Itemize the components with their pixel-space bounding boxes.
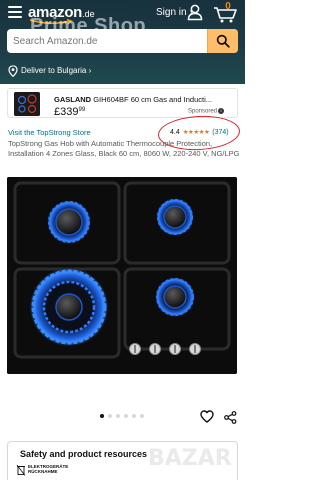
sponsored-product-title: GASLAND GIH604BF 60 cm Gas and Inducti..…: [54, 95, 234, 104]
cart-count: 0: [225, 1, 231, 12]
sponsored-product-card[interactable]: GASLAND GIH604BF 60 cm Gas and Inducti..…: [7, 88, 238, 118]
burner-bottom-left: [29, 267, 109, 347]
search-input[interactable]: [7, 29, 206, 53]
burner-top-right: [156, 198, 194, 236]
search-bar[interactable]: [7, 29, 238, 53]
sponsored-label[interactable]: Sponsored i: [188, 108, 225, 115]
info-icon[interactable]: i: [218, 108, 225, 114]
product-page: amazon.de Sign in › 0 Prime Shop Search …: [0, 0, 245, 480]
user-icon[interactable]: [186, 3, 204, 21]
sponsored-label-text: Sponsored: [188, 108, 218, 115]
store-link[interactable]: Visit the TopStrong Store: [8, 128, 91, 137]
burner-top-left: [47, 200, 91, 244]
pager-dot[interactable]: [108, 414, 112, 418]
sponsored-title-text: GIH604BF 60 cm Gas and Inducti...: [93, 95, 212, 104]
pager-dot[interactable]: [124, 414, 128, 418]
location-pin-icon: [8, 65, 18, 77]
pager-dot[interactable]: [116, 414, 120, 418]
badge-line-2: RÜCKNAHME: [28, 469, 58, 474]
search-icon: [216, 34, 230, 48]
cart-button[interactable]: 0: [213, 1, 239, 24]
burner-bottom-right: [155, 277, 195, 317]
product-title: TopStrong Gas Hob with Automatic Thermoc…: [8, 139, 240, 158]
pager-dot[interactable]: [100, 414, 104, 418]
hob-thumbnail-icon: [14, 92, 40, 116]
sponsored-price: £33999: [54, 106, 85, 118]
pager-dot[interactable]: [132, 414, 136, 418]
sponsored-brand: GASLAND: [54, 95, 92, 104]
app-header: amazon.de Sign in › 0 Prime Shop Search …: [0, 0, 245, 84]
recycling-badge-text: ELEKTROGERÄTE RÜCKNAHME: [28, 464, 68, 474]
recycling-badge: ELEKTROGERÄTE RÜCKNAHME: [16, 463, 76, 477]
search-button[interactable]: [207, 29, 238, 53]
safety-title: Safety and product resources: [20, 449, 148, 459]
price-fraction: 99: [78, 107, 86, 113]
menu-icon[interactable]: [8, 6, 22, 18]
share-icon[interactable]: [224, 411, 237, 424]
product-image[interactable]: [7, 177, 237, 374]
bazar-watermark: BAZAR: [148, 446, 232, 471]
gas-hob-illustration: [7, 177, 237, 374]
bin-recycling-icon: [16, 464, 26, 476]
heart-icon[interactable]: [200, 410, 214, 423]
price-whole: £339: [54, 106, 79, 118]
deliver-label: Deliver to Bulgaria ›: [21, 66, 92, 75]
pager-dot[interactable]: [140, 414, 144, 418]
sponsored-product-thumbnail: [14, 92, 40, 116]
